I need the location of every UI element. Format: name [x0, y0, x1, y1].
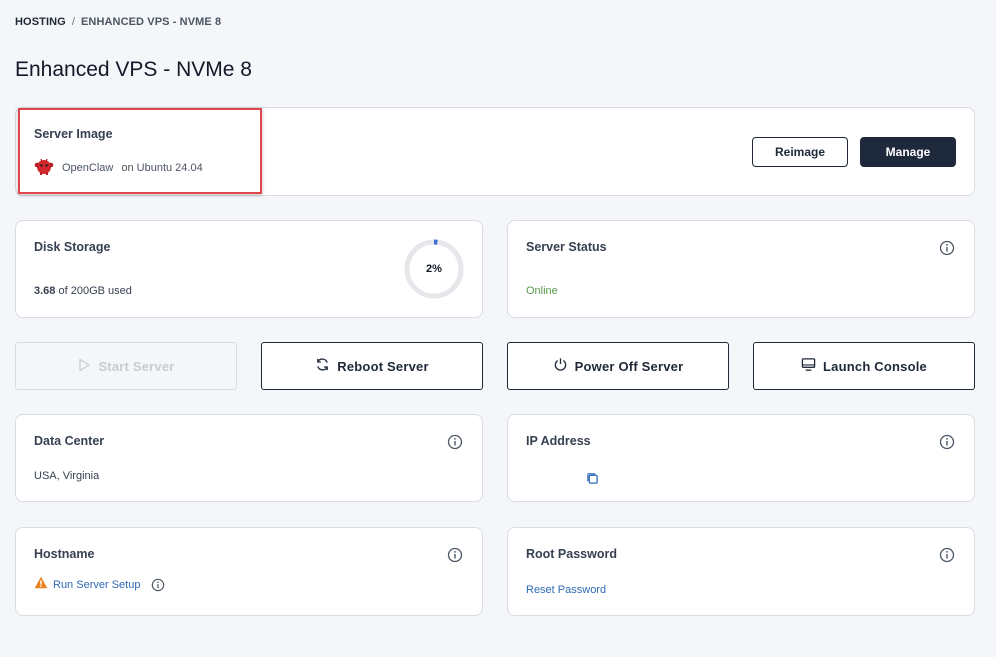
info-icon[interactable]	[939, 434, 955, 450]
server-image-row: OpenClaw on Ubuntu 24.04	[34, 156, 203, 179]
reboot-server-label: Reboot Server	[337, 358, 429, 374]
root-password-title: Root Password	[526, 547, 617, 561]
power-off-server-label: Power Off Server	[574, 358, 684, 374]
openclaw-logo-icon	[34, 156, 54, 179]
manage-button[interactable]: Manage	[860, 137, 956, 167]
breadcrumb-current: ENHANCED VPS - NVME 8	[80, 16, 222, 28]
info-icon[interactable]	[447, 547, 463, 563]
data-center-value: USA, Virginia	[34, 470, 100, 482]
breadcrumb: HOSTING / ENHANCED VPS - NVME 8	[15, 16, 221, 28]
hostname-card: Hostname Run Server Setup	[15, 527, 483, 616]
server-image-title: Server Image	[34, 127, 113, 141]
reset-password-link[interactable]: Reset Password	[526, 584, 606, 596]
copy-icon[interactable]	[584, 470, 600, 486]
disk-percent: 2%	[426, 263, 442, 275]
data-center-card: Data Center USA, Virginia	[15, 414, 483, 502]
start-server-button[interactable]: Start Server	[15, 342, 237, 390]
info-icon[interactable]	[939, 240, 955, 256]
reimage-button[interactable]: Reimage	[752, 137, 848, 167]
power-off-server-button[interactable]: Power Off Server	[507, 342, 729, 390]
disk-storage-card: Disk Storage 3.68 of 200GB used 2%	[15, 220, 483, 318]
disk-usage: 3.68 of 200GB used	[34, 285, 132, 297]
server-image-card: Server Image OpenClaw on Ubuntu 24.04 Re…	[15, 107, 975, 196]
ip-address-card: IP Address	[507, 414, 975, 502]
server-status-title: Server Status	[526, 240, 607, 254]
info-icon[interactable]	[447, 434, 463, 450]
breadcrumb-hosting[interactable]: HOSTING	[15, 16, 66, 28]
os-base: on Ubuntu 24.04	[121, 161, 203, 174]
ip-address-title: IP Address	[526, 434, 591, 448]
data-center-title: Data Center	[34, 434, 105, 448]
server-status-card: Server Status Online	[507, 220, 975, 318]
run-server-setup-link[interactable]: Run Server Setup	[53, 579, 140, 591]
start-server-label: Start Server	[98, 358, 175, 374]
page: HOSTING / ENHANCED VPS - NVME 8 Enhanced…	[0, 0, 996, 657]
disk-total: of 200GB used	[58, 285, 132, 297]
server-status-value: Online	[526, 285, 558, 297]
info-icon[interactable]	[151, 578, 165, 592]
disk-storage-title: Disk Storage	[34, 240, 111, 254]
warning-icon	[34, 576, 48, 594]
launch-console-label: Launch Console	[823, 358, 927, 374]
reboot-server-button[interactable]: Reboot Server	[261, 342, 483, 390]
monitor-icon	[801, 357, 816, 375]
disk-used: 3.68	[34, 285, 56, 297]
play-icon	[77, 358, 91, 375]
hostname-title: Hostname	[34, 547, 95, 561]
hostname-setup-row: Run Server Setup	[34, 576, 165, 594]
breadcrumb-separator: /	[71, 16, 75, 28]
refresh-icon	[315, 357, 330, 375]
root-password-card: Root Password Reset Password	[507, 527, 975, 616]
launch-console-button[interactable]: Launch Console	[753, 342, 975, 390]
info-icon[interactable]	[939, 547, 955, 563]
page-title: Enhanced VPS - NVMe 8	[15, 58, 252, 81]
os-name: OpenClaw	[62, 161, 114, 174]
power-icon	[553, 357, 568, 375]
